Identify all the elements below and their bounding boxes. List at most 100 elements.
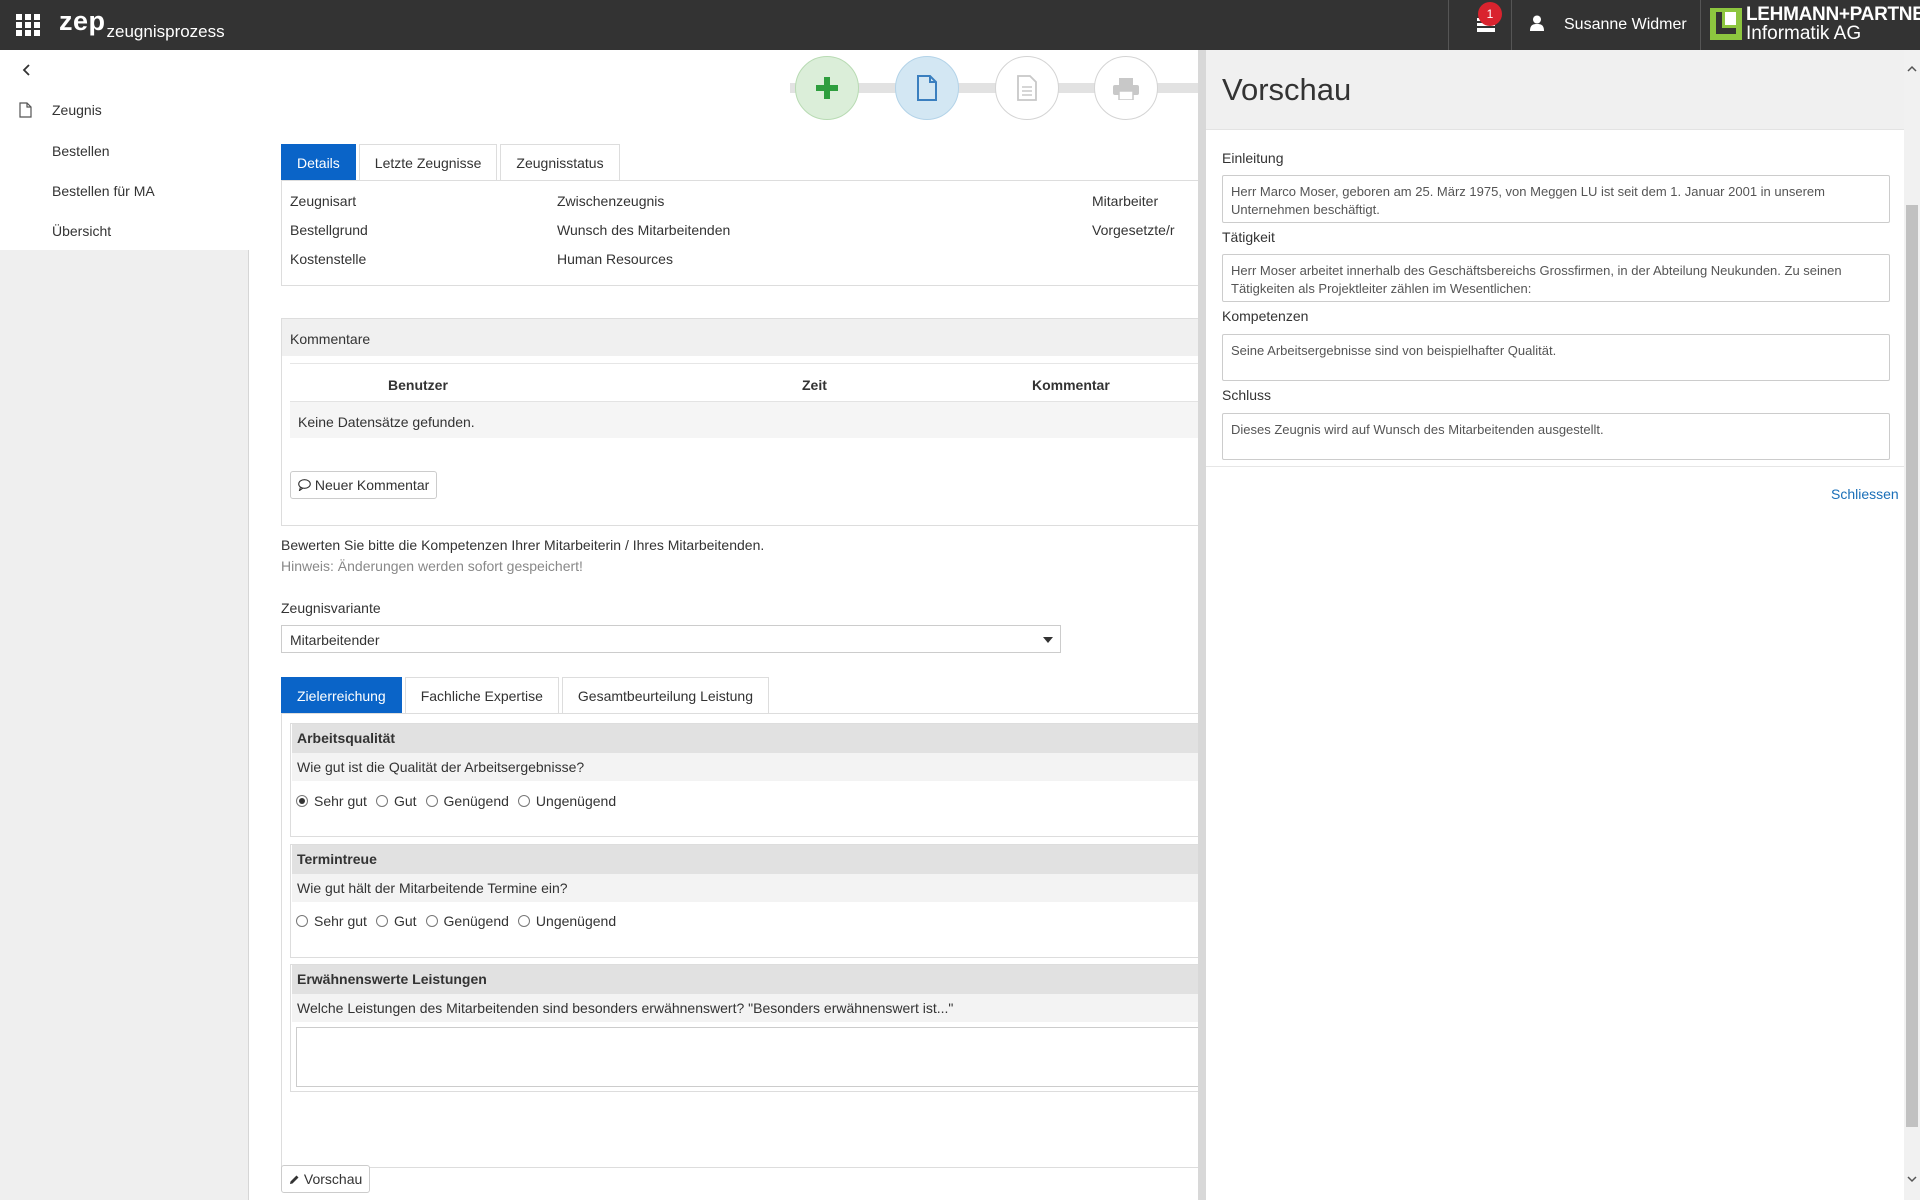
column-header-benutzer: Benutzer	[388, 377, 448, 393]
detail-label: Zeugnisart	[290, 193, 357, 209]
rating-instruction: Bewerten Sie bitte die Kompetenzen Ihrer…	[281, 537, 765, 553]
radio-sehr-gut[interactable]	[296, 795, 308, 807]
question-text: Wie gut ist die Qualität der Arbeitserge…	[292, 753, 1198, 781]
table-divider	[290, 363, 1198, 364]
question-title: Termintreue	[292, 845, 1198, 874]
empty-message: Keine Datensätze gefunden.	[298, 414, 475, 430]
chevron-down-icon[interactable]	[1904, 1172, 1920, 1186]
sidebar: Zeugnis Bestellen Bestellen für MA Übers…	[0, 50, 249, 1200]
radio-sehr-gut[interactable]	[296, 915, 308, 927]
radio-ungenuegend[interactable]	[517, 795, 530, 807]
workflow-step-new[interactable]	[795, 56, 859, 120]
tab-zeugnisstatus[interactable]: Zeugnisstatus	[500, 144, 620, 181]
brand-logo[interactable]: zepzeugnisprozess	[59, 6, 225, 41]
preview-button-label: Vorschau	[303, 1171, 363, 1187]
sidebar-section-zeugnis[interactable]: Zeugnis	[52, 102, 102, 118]
preview-section-label: Einleitung	[1222, 150, 1284, 166]
tab-letzte-zeugnisse[interactable]: Letzte Zeugnisse	[358, 144, 498, 181]
brand-sub: zeugnisprozess	[106, 22, 225, 41]
user-name[interactable]: Susanne Widmer	[1564, 16, 1687, 34]
radio-label: Genügend	[443, 913, 509, 929]
document-icon	[917, 75, 937, 101]
workflow-step-review[interactable]	[995, 56, 1059, 120]
sidebar-menu: Zeugnis Bestellen Bestellen für MA Übers…	[0, 50, 249, 250]
preview-title: Vorschau	[1222, 72, 1352, 107]
radio-group: Sehr gut Gut Genügend Ungenügend	[296, 913, 625, 929]
new-comment-label: Neuer Kommentar	[314, 477, 430, 493]
radio-label: Sehr gut	[314, 913, 367, 929]
rating-panel: Arbeitsqualität Wie gut ist die Qualität…	[281, 713, 1198, 1168]
close-preview-link[interactable]: Schliessen	[1831, 486, 1899, 502]
notable-title: Erwähnenswerte Leistungen	[292, 965, 1198, 994]
variant-select[interactable]: Mitarbeitender	[281, 625, 1061, 653]
radio-genuegend[interactable]	[425, 795, 438, 807]
brand-main: zep	[59, 6, 106, 36]
variant-label: Zeugnisvariante	[281, 600, 381, 616]
preview-section-label: Tätigkeit	[1222, 229, 1275, 245]
preview-button[interactable]: Vorschau	[281, 1165, 371, 1193]
sidebar-item-uebersicht[interactable]: Übersicht	[52, 223, 111, 239]
radio-label: Gut	[393, 793, 417, 809]
logo-line-1: LEHMANN+PARTNER	[1746, 4, 1920, 25]
tab-details[interactable]: Details	[281, 144, 356, 181]
workflow-step-print[interactable]	[1094, 56, 1158, 120]
apps-grid-icon[interactable]	[16, 14, 40, 36]
preview-section-text[interactable]: Herr Marco Moser, geboren am 25. März 19…	[1222, 175, 1890, 223]
radio-gut[interactable]	[375, 795, 388, 807]
radio-label: Ungenügend	[535, 913, 617, 929]
plus-icon	[816, 77, 838, 99]
detail-value: Zwischenzeugnis	[557, 193, 665, 209]
print-icon	[1113, 78, 1139, 100]
tab-gesamtbeurteilung-leistung[interactable]: Gesamtbeurteilung Leistung	[561, 677, 769, 714]
detail-label-right: Mitarbeiter	[1092, 193, 1159, 209]
comments-header	[282, 319, 1198, 356]
details-panel: Zeugnisart Zwischenzeugnis Mitarbeiter B…	[281, 180, 1198, 286]
preview-section-label: Schluss	[1222, 387, 1272, 403]
notification-badge: 1	[1478, 2, 1502, 26]
logo-line-2: Informatik AG	[1746, 23, 1862, 44]
sidebar-item-bestellen-fuer-ma[interactable]: Bestellen für MA	[52, 183, 155, 199]
company-logo-text: LEHMANN+PARTNER Informatik AG	[1746, 5, 1920, 43]
preview-section-text[interactable]: Seine Arbeitsergebnisse sind von beispie…	[1222, 334, 1890, 381]
scrollbar-thumb[interactable]	[1906, 205, 1918, 1127]
preview-section-text[interactable]: Herr Moser arbeitet innerhalb des Geschä…	[1222, 254, 1890, 302]
column-header-zeit: Zeit	[802, 377, 827, 393]
document-icon	[19, 102, 32, 118]
chevron-up-icon[interactable]	[1904, 62, 1920, 76]
preview-panel: Vorschau Einleitung Herr Marco Moser, ge…	[1198, 50, 1904, 1200]
radio-ungenuegend[interactable]	[517, 915, 530, 927]
radio-group: Sehr gut Gut Genügend Ungenügend	[296, 793, 625, 809]
rating-tabs: Zielerreichung Fachliche Expertise Gesam…	[281, 677, 772, 714]
sidebar-item-bestellen[interactable]: Bestellen	[52, 143, 110, 159]
radio-label: Gut	[393, 913, 417, 929]
comment-icon	[298, 479, 311, 492]
radio-label: Genügend	[443, 793, 509, 809]
document-lines-icon	[1017, 75, 1037, 101]
detail-value: Human Resources	[557, 251, 673, 267]
notable-textarea[interactable]	[296, 1027, 1198, 1087]
preview-section-text[interactable]: Dieses Zeugnis wird auf Wunsch des Mitar…	[1222, 413, 1890, 460]
radio-gut[interactable]	[375, 915, 388, 927]
radio-label: Ungenügend	[535, 793, 617, 809]
chevron-left-icon[interactable]	[20, 62, 34, 78]
top-bar: zepzeugnisprozess 1 Susanne Widmer LEHMA…	[0, 0, 1920, 50]
preview-header: Vorschau	[1206, 50, 1904, 130]
pencil-icon	[290, 1175, 299, 1184]
tab-fachliche-expertise[interactable]: Fachliche Expertise	[404, 677, 559, 714]
details-tabs: Details Letzte Zeugnisse Zeugnisstatus	[281, 144, 623, 181]
comments-title: Kommentare	[290, 331, 371, 347]
radio-label: Sehr gut	[314, 793, 367, 809]
question-text: Wie gut hält der Mitarbeitende Termine e…	[292, 874, 1198, 902]
workflow-step-document[interactable]	[895, 56, 959, 120]
detail-label: Kostenstelle	[290, 251, 367, 267]
column-header-kommentar: Kommentar	[1032, 377, 1110, 393]
radio-genuegend[interactable]	[425, 915, 438, 927]
main-content: Details Letzte Zeugnisse Zeugnisstatus Z…	[250, 50, 1198, 1200]
topbar-separator	[1700, 0, 1701, 50]
new-comment-button[interactable]: Neuer Kommentar	[290, 471, 438, 499]
detail-label: Bestellgrund	[290, 222, 368, 238]
notable-question: Welche Leistungen des Mitarbeitenden sin…	[292, 994, 1198, 1022]
tab-zielerreichung[interactable]: Zielerreichung	[281, 677, 402, 714]
caret-down-icon	[1043, 637, 1053, 643]
detail-value: Wunsch des Mitarbeitenden	[557, 222, 731, 238]
